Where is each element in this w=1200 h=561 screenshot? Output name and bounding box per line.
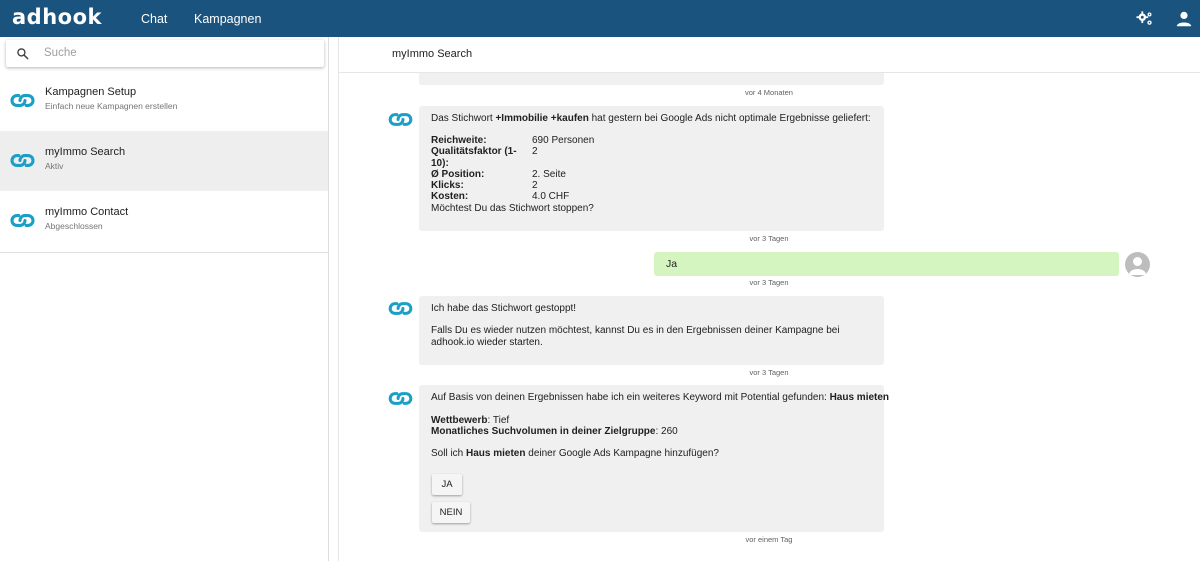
campaign-subtitle: Abgeschlossen [45,221,103,231]
volume-line: Monatliches Suchvolumen in deiner Zielgr… [431,426,678,438]
stat-value: 2 [532,180,538,192]
stat-label: Klicks: [431,180,464,192]
bot-message-keyword-report: Das Stichwort +Immobilie +kaufen hat ges… [419,106,884,231]
campaign-title: Kampagnen Setup [45,86,137,98]
stat-label: Ø Position: [431,168,485,180]
suggestion-intro: Auf Basis von deinen Ergebnissen habe ic… [431,392,889,404]
top-app-bar: adhook Chat Kampagnen [0,0,1200,37]
settings-gears-icon[interactable] [1136,10,1154,28]
bot-avatar-icon [388,302,413,315]
competition-label: Wettbewerb [431,415,488,426]
search-icon [17,48,29,60]
message-timestamp: vor 3 Tagen [749,278,789,287]
chat-title: myImmo Search [392,48,473,60]
message-line: Falls Du es wieder nutzen möchtest, kann… [431,325,840,348]
message-timestamp: vor 3 Tagen [749,234,789,243]
question-text: Soll ich [431,448,467,459]
bot-message-keyword-suggestion: Auf Basis von deinen Ergebnissen habe ic… [419,385,889,532]
keyword-highlight: Haus mieten [829,392,890,403]
adhook-logo[interactable]: adhook [12,5,102,29]
campaign-title: myImmo Contact [45,206,129,218]
campaign-item-kampagnen-setup[interactable]: Kampagnen Setup Einfach neue Kampagnen e… [0,71,328,131]
volume-value: : 260 [655,426,678,437]
competition-line: Wettbewerb: Tief [431,415,509,427]
search-box [6,40,324,67]
message-question: Möchtest Du das Stichwort stoppen? [431,203,594,214]
volume-label: Monatliches Suchvolumen in deiner Zielgr… [431,426,656,437]
stat-row: Klicks: 2 [431,180,594,191]
message-line: Ich habe das Stichwort gestoppt! [431,303,577,314]
campaign-item-myimmo-search[interactable]: myImmo Search Aktiv [0,131,328,191]
user-avatar [1125,252,1150,277]
chain-link-icon [10,214,35,227]
user-avatar-icon [1129,257,1146,275]
chain-link-icon [10,94,35,107]
previous-message-bubble [419,73,884,85]
stat-value: 4.0 CHF [532,191,570,203]
campaign-subtitle: Aktiv [45,161,64,171]
chain-link-icon [10,154,35,167]
user-message-text: Ja [666,258,678,270]
bot-avatar-icon [388,392,413,405]
stat-label: Qualitätsfaktor (1-10): [431,146,517,169]
account-person-icon[interactable] [1175,10,1193,28]
stat-label: Kosten: [431,191,469,203]
intro-text: Das Stichwort [431,113,496,124]
search-input[interactable] [44,45,314,61]
bot-message-keyword-stopped: Ich habe das Stichwort gestoppt! Falls D… [419,296,884,365]
campaign-item-myimmo-contact[interactable]: myImmo Contact Abgeschlossen [0,191,328,251]
no-button[interactable]: NEIN [432,502,470,523]
stat-value: 690 Personen [532,135,595,146]
chat-left-border [338,37,339,561]
intro-text: Auf Basis von deinen Ergebnissen habe ic… [431,392,830,403]
question-text: deiner Google Ads Kampagne hinzufügen? [525,448,719,459]
stat-value: 2 [532,146,538,158]
stat-row: Qualitätsfaktor (1-10): 2 [431,146,594,169]
stat-row: Ø Position: 2. Seite [431,169,594,180]
message-intro: Das Stichwort +Immobilie +kaufen hat ges… [431,113,871,125]
keyword-stats-table: Reichweite: 690 Personen Qualitätsfaktor … [431,135,594,203]
yes-button[interactable]: JA [432,474,462,495]
nav-chat[interactable]: Chat [141,12,167,26]
nav-kampagnen[interactable]: Kampagnen [194,12,261,26]
competition-value: : Tief [487,415,510,426]
campaign-subtitle: Einfach neue Kampagnen erstellen [45,101,178,111]
bot-avatar-icon [388,113,413,126]
keyword-highlight: Haus mieten [466,448,526,459]
user-message-bubble: Ja [654,252,1119,276]
stat-value: 2. Seite [532,168,566,180]
message-timestamp: vor 3 Tagen [749,368,789,377]
stat-row: Kosten: 4.0 CHF [431,191,594,202]
message-timestamp: vor 4 Monaten [745,88,793,97]
campaign-title: myImmo Search [45,146,126,158]
sidebar-divider [0,252,328,253]
stat-label: Reichweite: [431,135,487,146]
intro-text: hat gestern bei Google Ads nicht optimal… [588,113,871,124]
suggestion-question: Soll ich Haus mieten deiner Google Ads K… [431,448,719,460]
message-timestamp: vor einem Tag [745,535,793,544]
stat-row: Reichweite: 690 Personen [431,135,594,146]
keyword-highlight: +Immobilie +kaufen [495,113,589,124]
